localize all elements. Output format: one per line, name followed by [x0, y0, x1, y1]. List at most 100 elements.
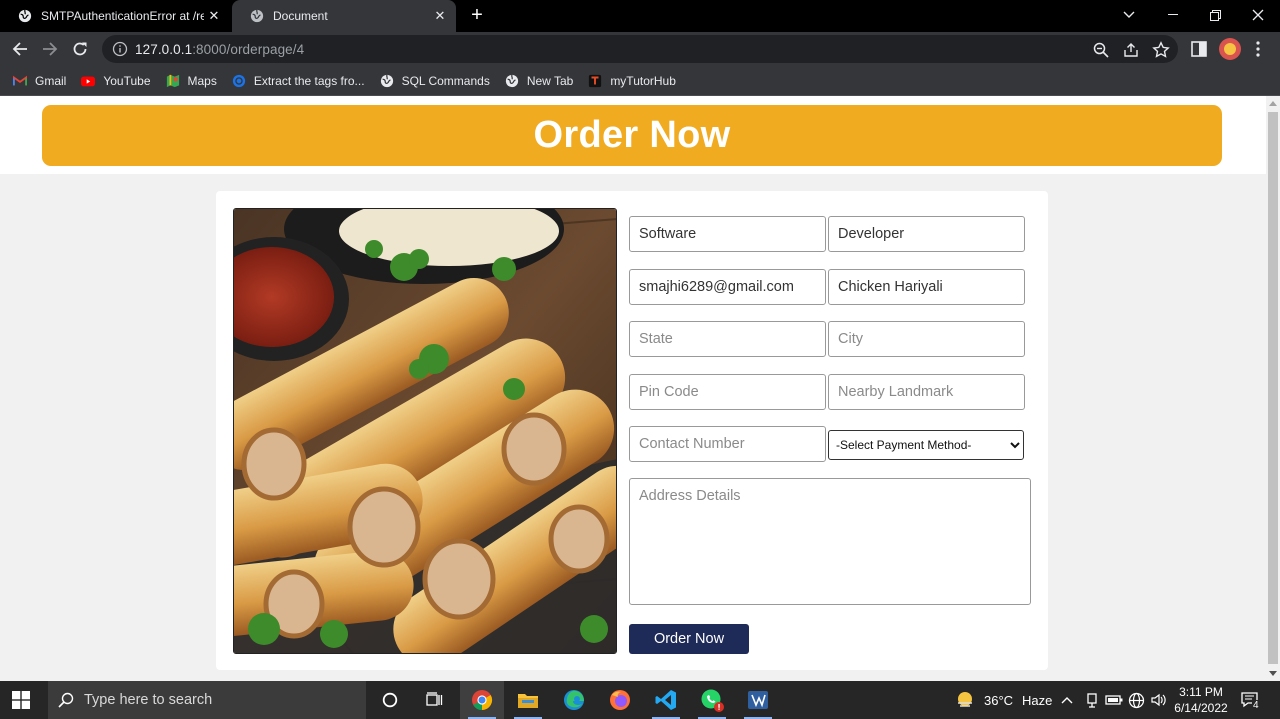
- email-field[interactable]: [629, 269, 826, 305]
- bookmark-extract-tags[interactable]: Extract the tags fro...: [232, 74, 365, 88]
- search-placeholder: Type here to search: [84, 692, 213, 708]
- tray-volume[interactable]: [1150, 681, 1166, 719]
- bookmark-label: New Tab: [526, 73, 574, 88]
- bookmark-youtube[interactable]: YouTube: [81, 73, 151, 88]
- first-name-field[interactable]: [629, 216, 826, 252]
- page-scrollbar[interactable]: [1266, 96, 1280, 681]
- tray-battery[interactable]: [1105, 681, 1123, 719]
- taskbar-chrome[interactable]: [460, 681, 504, 719]
- notification-center-button[interactable]: 4: [1240, 681, 1260, 719]
- order-card: -Select Payment Method- Order Now: [216, 191, 1048, 670]
- weather-description: Haze: [1022, 692, 1053, 708]
- back-button[interactable]: [8, 37, 32, 61]
- folder-icon: [518, 694, 538, 708]
- windows-taskbar: Type here to search 36°C Haze 3:11 PM 6/…: [0, 681, 1280, 719]
- globe-icon: [232, 74, 245, 87]
- cortana-icon: [382, 692, 398, 708]
- last-name-field[interactable]: [828, 216, 1025, 252]
- maps-icon: [166, 74, 179, 87]
- bookmark-star-icon[interactable]: [1152, 41, 1170, 59]
- bookmark-new-tab[interactable]: New Tab: [505, 74, 573, 88]
- weather-widget[interactable]: 36°C Haze: [955, 681, 1052, 719]
- tab-search-icon[interactable]: [1107, 0, 1151, 30]
- bookmark-mytutorhub[interactable]: myTutorHub: [588, 74, 676, 88]
- windows-start-icon[interactable]: [12, 691, 30, 709]
- forward-button[interactable]: [38, 37, 62, 61]
- bookmarks-bar: Gmail YouTube Maps Extract the tags fro.…: [0, 66, 1280, 96]
- reload-button[interactable]: [68, 37, 92, 61]
- tray-device-icon[interactable]: [1085, 681, 1099, 719]
- bookmark-gmail[interactable]: Gmail: [13, 74, 66, 88]
- payment-method-select[interactable]: -Select Payment Method-: [828, 430, 1024, 460]
- cortana-button[interactable]: [368, 681, 412, 719]
- profile-avatar[interactable]: [1219, 38, 1241, 60]
- taskbar-firefox[interactable]: [598, 681, 642, 719]
- order-now-button[interactable]: Order Now: [629, 624, 749, 654]
- page-title: Order Now: [533, 114, 731, 156]
- taskbar-clock[interactable]: 3:11 PM 6/14/2022: [1170, 684, 1232, 716]
- weather-temp: 36°C: [984, 692, 1014, 708]
- scroll-down-arrow-icon[interactable]: [1269, 671, 1277, 676]
- contact-number-field[interactable]: [629, 426, 826, 462]
- address-details-field[interactable]: [629, 478, 1031, 605]
- close-window-button[interactable]: [1236, 0, 1280, 30]
- task-view-icon: [426, 692, 443, 706]
- page-header: Order Now: [0, 96, 1266, 174]
- taskbar-file-explorer[interactable]: [506, 681, 550, 719]
- bookmark-label: SQL Commands: [401, 73, 490, 88]
- notification-count-badge: 4: [1252, 700, 1260, 711]
- forward-arrow-icon: [43, 42, 58, 56]
- browser-toolbar: 127.0.0.1:8000/orderpage/4: [0, 32, 1280, 66]
- title-banner: Order Now: [42, 105, 1222, 166]
- taskbar-vscode[interactable]: [644, 681, 688, 719]
- dish-field[interactable]: [828, 269, 1025, 305]
- city-field[interactable]: [828, 321, 1025, 357]
- show-hidden-icons-button[interactable]: [1060, 681, 1074, 719]
- clock-date: 6/14/2022: [1174, 701, 1228, 715]
- search-icon: [58, 692, 74, 708]
- reload-icon: [73, 42, 87, 56]
- bookmark-label: Maps: [187, 73, 217, 88]
- address-bar[interactable]: 127.0.0.1:8000/orderpage/4: [102, 35, 1178, 63]
- task-view-button[interactable]: [412, 681, 456, 719]
- bookmark-maps[interactable]: Maps: [166, 74, 217, 88]
- site-info-icon[interactable]: [112, 41, 128, 57]
- menu-kebab-icon[interactable]: [1252, 40, 1264, 58]
- whatsapp-icon: [701, 689, 724, 712]
- minimize-button[interactable]: [1151, 0, 1195, 30]
- new-tab-button[interactable]: +: [466, 4, 488, 26]
- pin-code-field[interactable]: [629, 374, 826, 410]
- bookmark-label: Extract the tags fro...: [253, 73, 365, 88]
- restore-button[interactable]: [1193, 0, 1237, 30]
- taskbar-whatsapp[interactable]: [690, 681, 734, 719]
- tab-smtp-error[interactable]: SMTPAuthenticationError at /reg ✕: [0, 0, 230, 32]
- vscode-icon: [655, 690, 676, 710]
- bookmark-label: YouTube: [103, 73, 151, 88]
- gmail-icon: [13, 75, 27, 85]
- avatar-image: [1224, 43, 1236, 55]
- scroll-up-arrow-icon[interactable]: [1269, 101, 1277, 106]
- taskbar-edge[interactable]: [552, 681, 596, 719]
- zoom-icon[interactable]: [1092, 41, 1110, 59]
- taskbar-app-window[interactable]: [736, 681, 780, 719]
- tab-document[interactable]: Document ✕: [232, 0, 456, 32]
- bookmark-label: Gmail: [35, 73, 67, 88]
- globe-icon: [250, 9, 264, 23]
- landmark-field[interactable]: [828, 374, 1025, 410]
- battery-icon: [1105, 695, 1123, 705]
- close-tab-icon[interactable]: ✕: [430, 8, 450, 24]
- globe-icon: [505, 74, 518, 87]
- edge-icon: [564, 690, 584, 710]
- bookmark-sql-commands[interactable]: SQL Commands: [380, 74, 490, 88]
- share-icon[interactable]: [1122, 41, 1140, 59]
- taskbar-search[interactable]: Type here to search: [48, 681, 366, 719]
- tab-title: SMTPAuthenticationError at /reg: [41, 9, 204, 23]
- globe-icon: [18, 9, 32, 23]
- url-path: :8000/orderpage/4: [192, 41, 305, 57]
- side-panel-icon[interactable]: [1190, 40, 1208, 58]
- scrollbar-thumb[interactable]: [1268, 112, 1278, 664]
- tray-network[interactable]: [1128, 681, 1145, 719]
- close-tab-icon[interactable]: ✕: [204, 8, 224, 24]
- state-field[interactable]: [629, 321, 826, 357]
- tab-strip: SMTPAuthenticationError at /reg ✕ Docume…: [0, 0, 1280, 32]
